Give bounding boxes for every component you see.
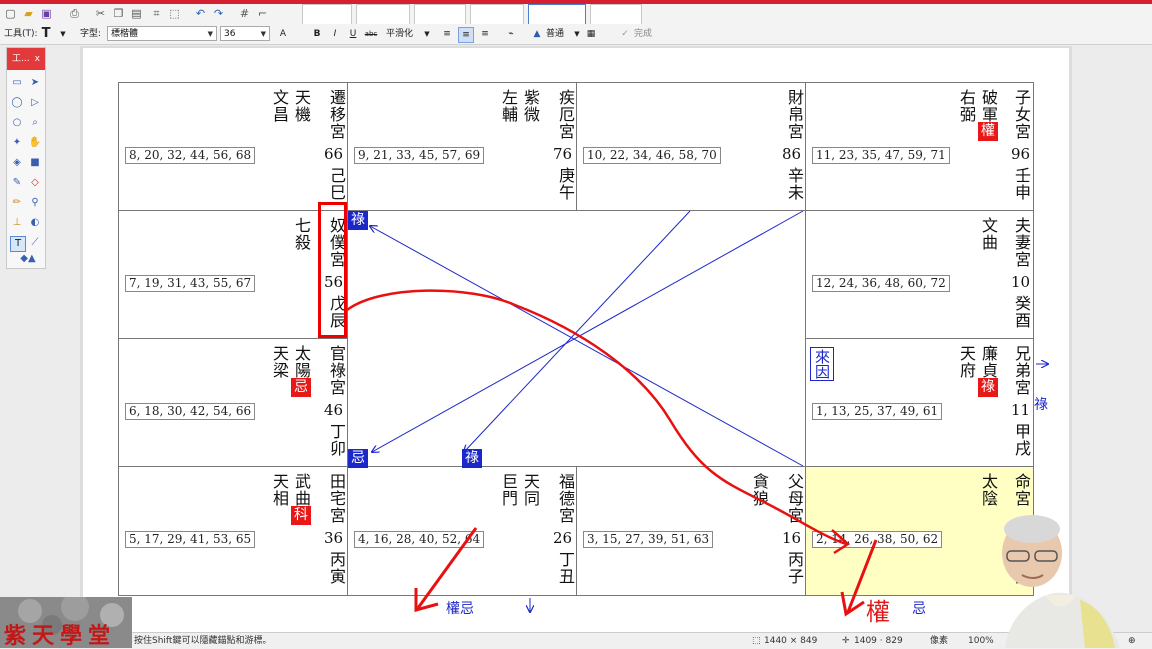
flying-line-lu-2 [464,210,691,452]
shapes-icon[interactable]: ◆▲ [15,252,41,266]
line-tool-icon[interactable]: ⟋ [28,236,42,250]
close-icon[interactable]: x [35,48,40,70]
cursor-icon: ✛ [842,636,850,646]
move-selection-icon[interactable]: ▷ [28,96,42,110]
image-size: 1440 × 849 [764,636,818,646]
unit-select[interactable]: 像素 [930,633,948,649]
cursor-position: 1409 · 829 [854,636,903,646]
clone-stamp-icon[interactable]: ⊥ [10,216,24,230]
rect-select-icon[interactable]: ▭ [10,76,24,90]
presenter-figure [1002,515,1120,648]
brush-icon[interactable]: ✎ [10,176,24,190]
presenter-video [985,515,1152,648]
tools-panel: 工... x ▭ ➤ ◯ ▷ ○ ⌕ ✦ ✋ ◈ ■ ✎ ◇ ✏ ⚲ ⊥ ◐ T … [6,47,46,269]
flying-line-lu [370,226,804,467]
ellipse-select-icon[interactable]: ○ [10,116,24,130]
channel-logo: 紫天學堂 [0,597,132,648]
lasso-icon[interactable]: ◯ [10,96,24,110]
recolor-icon[interactable]: ◐ [28,216,42,230]
fill-icon[interactable]: ◈ [10,156,24,170]
tools-panel-title[interactable]: 工... x [7,48,45,70]
note-lu-right: 祿 [1034,397,1048,413]
flying-line-ji [372,210,804,452]
status-bar: 按住Shift鍵可以隱藏錨點和游標。 ⬚ 1440 × 849 ✛ 1409 ·… [0,632,1152,649]
magic-wand-icon[interactable]: ✦ [10,136,24,150]
logo-text: 紫天學堂 [4,623,117,648]
pan-icon[interactable]: ✋ [28,136,42,150]
status-hint: 按住Shift鍵可以隱藏錨點和游標。 [134,636,272,646]
color-picker-icon[interactable]: ⚲ [28,196,42,210]
pencil-icon[interactable]: ✏ [10,196,24,210]
note-ji-small: 忌 [912,601,926,617]
highlight-box-nupu [318,202,347,338]
gradient-icon[interactable]: ■ [28,156,42,170]
eraser-icon[interactable]: ◇ [28,176,42,190]
annotation-layer [346,210,1152,617]
zoom-icon[interactable]: ⌕ [28,116,42,130]
move-icon[interactable]: ➤ [28,76,42,90]
note-quan-ji: 權忌 [446,601,474,617]
red-arrow-left [416,527,478,609]
red-stroke-curve [346,289,847,546]
note-quan-big: 權 [866,598,890,626]
image-size-icon: ⬚ [752,636,761,646]
text-tool-icon[interactable]: T [10,236,26,252]
